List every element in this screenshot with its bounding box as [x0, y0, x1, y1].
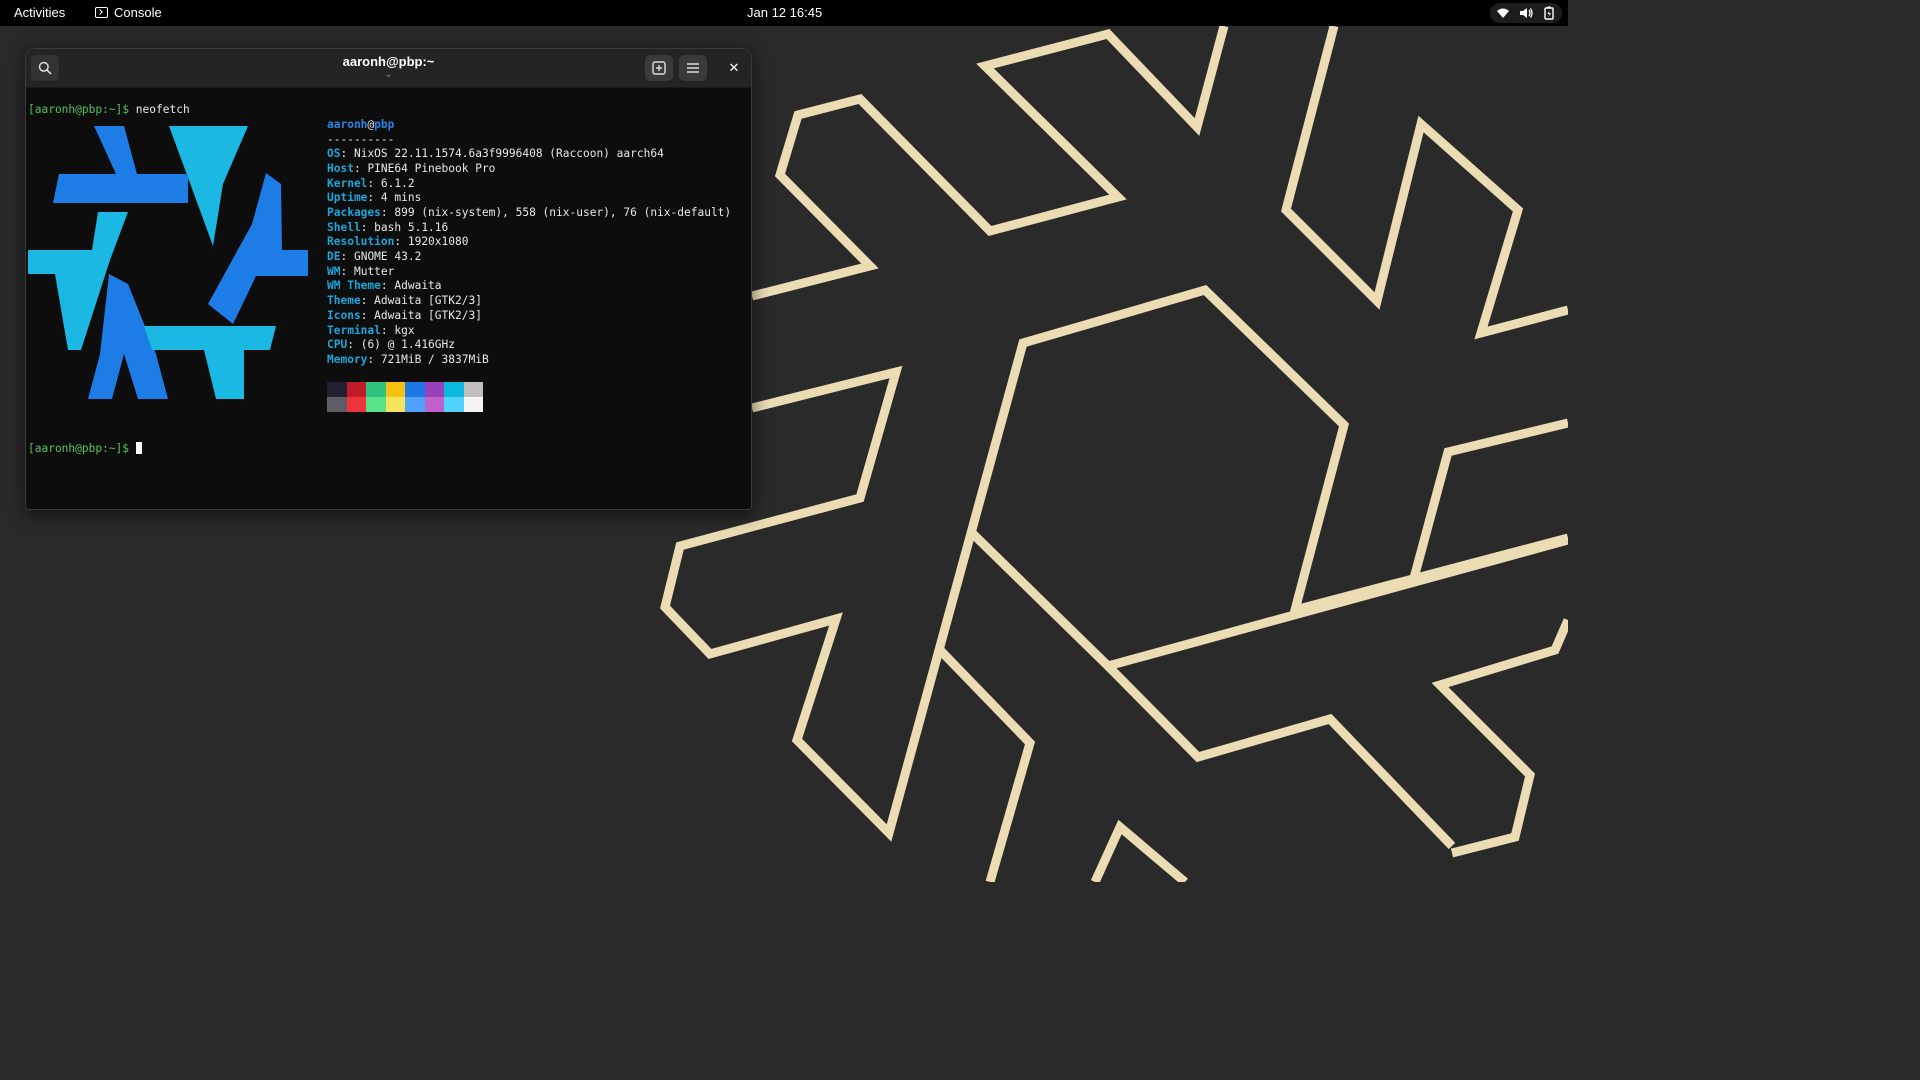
neofetch-separator: ---------- [327, 133, 395, 146]
color-swatch [444, 397, 464, 412]
text-cursor [135, 442, 142, 454]
info-row-cpu: CPU: (6) @ 1.416GHz [327, 338, 455, 351]
color-swatch [366, 397, 386, 412]
info-row-theme: Theme: Adwaita [GTK2/3] [327, 294, 482, 307]
color-swatch [346, 397, 366, 412]
info-row-os: OS: NixOS 22.11.1574.6a3f9996408 (Raccoo… [327, 147, 664, 160]
info-row-uptime: Uptime: 4 mins [327, 191, 422, 204]
info-value: bash 5.1.16 [374, 221, 449, 234]
nixos-logo-icon [28, 126, 308, 399]
info-row-de: DE: GNOME 43.2 [327, 250, 422, 263]
main-menu-button[interactable] [679, 55, 707, 81]
info-value: 4 mins [380, 191, 422, 204]
info-value: Mutter [353, 265, 395, 278]
neofetch-userhost: aaronh@pbp [327, 118, 394, 132]
info-value: NixOS 22.11.1574.6a3f9996408 (Raccoon) a… [353, 147, 664, 160]
info-row-icons: Icons: Adwaita [GTK2/3] [327, 309, 482, 322]
info-value: 721MiB / 3837MiB [380, 353, 489, 366]
info-row-resolution: Resolution: 1920x1080 [327, 235, 469, 248]
color-swatch [327, 397, 347, 412]
info-value: PINE64 Pinebook Pro [367, 162, 496, 175]
info-key: OS [327, 147, 341, 160]
neofetch-user: aaronh [327, 118, 368, 131]
color-swatch [385, 382, 405, 397]
info-value: Adwaita [394, 279, 442, 292]
info-row-terminal: Terminal: kgx [327, 324, 415, 337]
shell-prompt: [aaronh@pbp:~]$ [28, 442, 130, 455]
color-palette-top [327, 382, 483, 397]
info-key: Kernel [327, 177, 368, 190]
color-swatch [327, 382, 347, 397]
top-bar: Activities Console Jan 12 16:45 [0, 0, 1568, 26]
system-status-menu[interactable] [1490, 3, 1562, 23]
info-key: Memory [327, 353, 368, 366]
app-menu-button[interactable]: Console [95, 5, 162, 20]
activities-button[interactable]: Activities [14, 5, 65, 20]
info-row-host: Host: PINE64 Pinebook Pro [327, 162, 496, 175]
color-swatch [424, 382, 444, 397]
info-row-memory: Memory: 721MiB / 3837MiB [327, 353, 489, 366]
new-tab-button[interactable] [645, 55, 673, 81]
command-line: [aaronh@pbp:~]$ neofetch [28, 103, 190, 117]
neofetch-host: pbp [374, 118, 395, 131]
color-swatch [346, 382, 366, 397]
new-tab-icon [652, 61, 666, 75]
info-key: Icons [327, 309, 361, 322]
info-key: Host [327, 162, 354, 175]
terminal-window[interactable]: aaronh@pbp:~ ⌄ ✕ [aaronh@pbp:~]$ neofetc… [25, 48, 752, 510]
info-key: WM Theme [327, 279, 381, 292]
info-key: Packages [327, 206, 381, 219]
color-swatch [366, 382, 386, 397]
color-swatch [385, 397, 405, 412]
info-row-kernel: Kernel: 6.1.2 [327, 177, 415, 190]
info-value: kgx [394, 324, 415, 337]
color-swatch [463, 382, 483, 397]
info-value: 899 (nix-system), 558 (nix-user), 76 (ni… [394, 206, 732, 219]
volume-icon [1520, 8, 1533, 18]
info-value: 1920x1080 [407, 235, 469, 248]
info-value: (6) @ 1.416GHz [360, 338, 455, 351]
info-row-packages: Packages: 899 (nix-system), 558 (nix-use… [327, 206, 732, 219]
info-row-wm-theme: WM Theme: Adwaita [327, 279, 442, 292]
info-key: Terminal [327, 324, 381, 337]
color-swatch [424, 397, 444, 412]
info-value: Adwaita [GTK2/3] [374, 294, 482, 307]
info-row-wm: WM: Mutter [327, 265, 395, 278]
prompt-line[interactable]: [aaronh@pbp:~]$ [28, 442, 142, 456]
clock[interactable]: Jan 12 16:45 [747, 5, 822, 20]
color-swatch [405, 397, 425, 412]
info-key: Resolution [327, 235, 395, 248]
app-name: Console [114, 5, 162, 20]
info-row-shell: Shell: bash 5.1.16 [327, 221, 449, 234]
color-swatch [444, 382, 464, 397]
info-key: Theme [327, 294, 361, 307]
hamburger-menu-icon [687, 63, 699, 73]
battery-icon [1544, 6, 1554, 20]
close-button[interactable]: ✕ [720, 55, 748, 81]
info-key: Uptime [327, 191, 368, 204]
shell-prompt: [aaronh@pbp:~]$ [28, 103, 130, 116]
console-icon [95, 7, 108, 18]
info-key: Shell [327, 221, 361, 234]
info-key: WM [327, 265, 341, 278]
info-key: DE [327, 250, 341, 263]
info-value: 6.1.2 [380, 177, 415, 190]
wifi-icon [1497, 8, 1509, 18]
close-icon: ✕ [728, 60, 740, 76]
info-value: GNOME 43.2 [353, 250, 422, 263]
color-swatch [463, 397, 483, 412]
info-value: Adwaita [GTK2/3] [374, 309, 482, 322]
title-chevron-icon[interactable]: ⌄ [26, 69, 751, 80]
command-text: neofetch [135, 103, 190, 116]
color-swatch [405, 382, 425, 397]
info-key: CPU [327, 338, 348, 351]
color-palette-bottom [327, 397, 483, 412]
window-title: aaronh@pbp:~ [342, 54, 435, 69]
terminal-headerbar[interactable]: aaronh@pbp:~ ⌄ ✕ [26, 49, 751, 88]
